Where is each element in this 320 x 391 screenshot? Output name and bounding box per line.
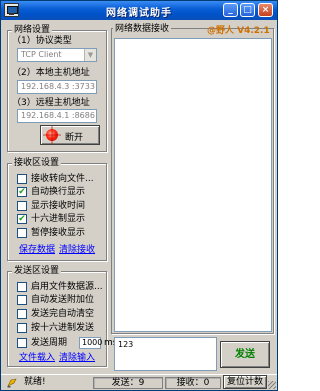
status-ready-text: 就绪! xyxy=(24,377,46,387)
checkbox[interactable] xyxy=(17,338,27,348)
receive-textarea[interactable] xyxy=(114,38,272,332)
send-option-label: 发送周期 xyxy=(31,338,68,348)
checkbox[interactable] xyxy=(17,228,27,238)
remote-host-field[interactable]: 192.168.4.1 :8686 xyxy=(17,109,97,123)
send-period-input[interactable]: 1000 xyxy=(79,337,102,349)
file-load-link[interactable]: 文件载入 xyxy=(19,353,55,364)
close-button[interactable]: × xyxy=(258,3,273,17)
disconnect-button[interactable]: 断开 xyxy=(40,125,100,145)
local-host-label: （2）本地主机地址 xyxy=(12,68,90,78)
chevron-down-icon[interactable]: ▼ xyxy=(84,49,96,61)
receive-option-label: 自动换行显示 xyxy=(31,187,86,197)
minimize-button[interactable]: _ xyxy=(223,3,238,17)
maximize-button[interactable]: □ xyxy=(240,3,255,17)
status-ready-icon xyxy=(7,378,17,388)
checkbox[interactable] xyxy=(17,174,27,184)
clear-input-link[interactable]: 清除输入 xyxy=(59,353,95,364)
app-window: 网络调试助手 _ □ × 网络设置 （1）协议类型 TCP Client ▼ （… xyxy=(0,0,278,391)
receive-option-label: 显示接收时间 xyxy=(31,201,86,211)
checkbox-checked[interactable]: ✔ xyxy=(17,187,27,197)
checkbox[interactable] xyxy=(17,309,27,319)
connection-led-icon xyxy=(43,126,61,144)
protocol-select[interactable]: TCP Client ▼ xyxy=(17,48,97,62)
resize-grip-icon[interactable] xyxy=(268,381,276,389)
receive-settings-title: 接收区设置 xyxy=(12,158,62,169)
received-count: 接收：0 xyxy=(165,377,221,389)
remote-host-label: （3）远程主机地址 xyxy=(12,98,90,108)
send-textarea[interactable]: 123 xyxy=(114,337,217,371)
receive-option-label: 暂停接收显示 xyxy=(31,228,86,238)
send-option-label: 启用文件数据源... xyxy=(31,282,103,292)
checkbox[interactable] xyxy=(17,295,27,305)
checkbox[interactable] xyxy=(17,201,27,211)
title-bar[interactable]: 网络调试助手 _ □ × xyxy=(1,1,277,20)
send-button[interactable]: 发送 xyxy=(220,341,270,368)
protocol-value: TCP Client xyxy=(21,50,62,59)
send-option-label: 按十六进制发送 xyxy=(31,323,95,333)
checkbox-checked[interactable]: ✔ xyxy=(17,214,27,224)
send-option-label: 自动发送附加位 xyxy=(31,295,95,305)
local-host-field[interactable]: 192.168.4.3 :3733 xyxy=(17,80,97,94)
reset-count-button[interactable]: 复位计数 xyxy=(223,375,267,389)
receive-area-title: 网络数据接收 xyxy=(113,24,172,35)
protocol-label: （1）协议类型 xyxy=(12,36,72,46)
receive-option-label: 接收转向文件... xyxy=(31,174,94,184)
brand-version: @野人 V4.2.1 xyxy=(207,26,270,36)
network-settings-title: 网络设置 xyxy=(12,25,53,36)
send-settings-title: 发送区设置 xyxy=(12,266,62,277)
checkbox[interactable] xyxy=(17,282,27,292)
sent-count: 发送：9 xyxy=(93,377,163,389)
checkbox[interactable] xyxy=(17,323,27,333)
receive-option-label: 十六进制显示 xyxy=(31,214,86,224)
save-data-link[interactable]: 保存数据 xyxy=(19,245,55,256)
disconnect-label: 断开 xyxy=(65,133,84,143)
clear-receive-link[interactable]: 清除接收 xyxy=(59,245,95,256)
send-option-label: 发送完自动清空 xyxy=(31,309,95,319)
